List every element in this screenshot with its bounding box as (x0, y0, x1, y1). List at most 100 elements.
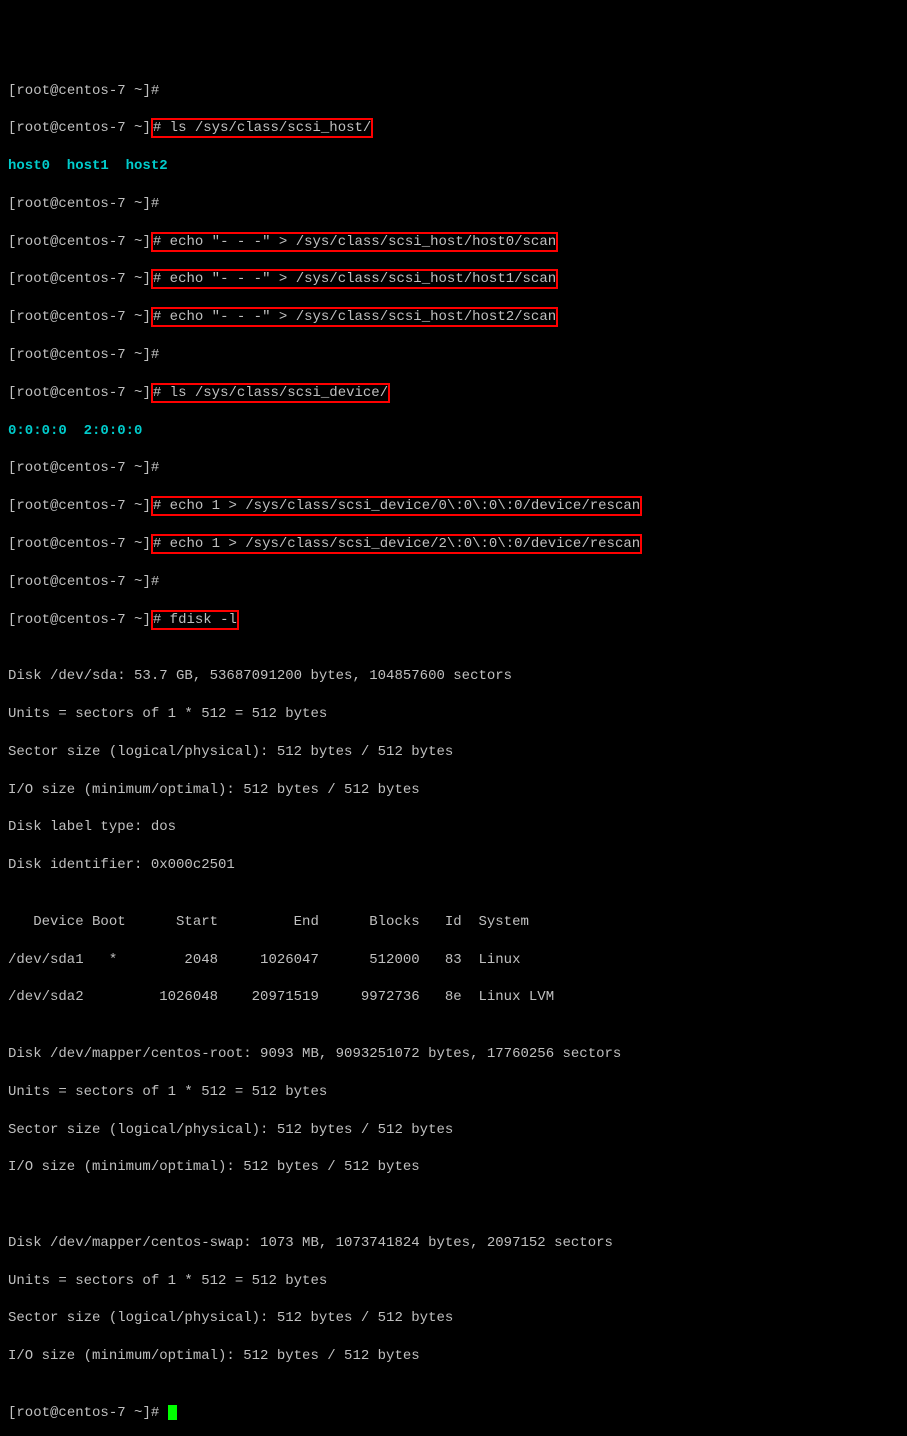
prompt-user: root (16, 120, 50, 136)
prompt-close: ] (142, 574, 150, 590)
prompt-user: root (16, 536, 50, 552)
prompt-host: centos-7 (58, 536, 125, 552)
prompt-path: ~ (126, 498, 143, 514)
prompt-user: root (16, 498, 50, 514)
prompt-hash: # (153, 271, 161, 287)
prompt-hash: # (153, 309, 161, 325)
prompt-user: root (16, 574, 50, 590)
prompt-host: centos-7 (58, 385, 125, 401)
prompt-close: ] (142, 536, 150, 552)
prompt-path: ~ (126, 1405, 143, 1421)
partition-row: /dev/sda1 * 2048 1026047 512000 83 Linux (8, 951, 899, 970)
prompt-host: centos-7 (58, 498, 125, 514)
prompt-user: root (16, 309, 50, 325)
prompt-hash: # (151, 574, 159, 590)
output-line: Units = sectors of 1 * 512 = 512 bytes (8, 705, 899, 724)
prompt-hash: # (153, 498, 161, 514)
prompt-hash: # (153, 385, 161, 401)
prompt-close: ] (142, 612, 150, 628)
prompt-user: root (16, 1405, 50, 1421)
prompt-hash: # (153, 234, 161, 250)
prompt-user: root (16, 385, 50, 401)
prompt-open: [ (8, 1405, 16, 1421)
prompt-user: root (16, 460, 50, 476)
prompt-close: ] (142, 498, 150, 514)
output-line: I/O size (minimum/optimal): 512 bytes / … (8, 1158, 899, 1177)
prompt-host: centos-7 (58, 460, 125, 476)
output-line: Sector size (logical/physical): 512 byte… (8, 1121, 899, 1140)
highlight-box: # ls /sys/class/scsi_device/ (151, 383, 390, 403)
prompt-close: ] (142, 460, 150, 476)
terminal-line: [root@centos-7 ~]# (8, 459, 899, 478)
highlight-box: # echo 1 > /sys/class/scsi_device/2\:0\:… (151, 534, 642, 554)
prompt-user: root (16, 83, 50, 99)
output-line: Disk /dev/mapper/centos-root: 9093 MB, 9… (8, 1045, 899, 1064)
prompt-path: ~ (126, 460, 143, 476)
prompt-close: ] (142, 1405, 150, 1421)
highlight-box: # echo "- - -" > /sys/class/scsi_host/ho… (151, 307, 558, 327)
prompt-close: ] (142, 385, 150, 401)
command-text: echo 1 > /sys/class/scsi_device/0\:0\:0\… (161, 498, 640, 514)
terminal-line: [root@centos-7 ~]# echo "- - -" > /sys/c… (8, 308, 899, 327)
prompt-close: ] (142, 309, 150, 325)
output-line: Disk identifier: 0x000c2501 (8, 856, 899, 875)
prompt-path: ~ (126, 234, 143, 250)
output-line: I/O size (minimum/optimal): 512 bytes / … (8, 781, 899, 800)
prompt-hash: # (151, 347, 159, 363)
partition-row: /dev/sda2 1026048 20971519 9972736 8e Li… (8, 988, 899, 1007)
command-text: echo 1 > /sys/class/scsi_device/2\:0\:0\… (161, 536, 640, 552)
highlight-box: # fdisk -l (151, 610, 239, 630)
prompt-path: ~ (126, 271, 143, 287)
terminal-line: [root@centos-7 ~]# echo "- - -" > /sys/c… (8, 233, 899, 252)
command-text: echo "- - -" > /sys/class/scsi_host/host… (161, 234, 556, 250)
prompt-host: centos-7 (58, 574, 125, 590)
prompt-user: root (16, 271, 50, 287)
prompt-hash: # (153, 612, 161, 628)
prompt-host: centos-7 (58, 83, 125, 99)
terminal-line: [root@centos-7 ~]# echo 1 > /sys/class/s… (8, 535, 899, 554)
terminal-line: [root@centos-7 ~]# (8, 573, 899, 592)
scsi-host-list: host0 host1 host2 (8, 157, 899, 176)
output-line: Sector size (logical/physical): 512 byte… (8, 1309, 899, 1328)
prompt-hash: # (151, 460, 159, 476)
output-line: Sector size (logical/physical): 512 byte… (8, 743, 899, 762)
command-text: ls /sys/class/scsi_device/ (161, 385, 388, 401)
highlight-box: # echo "- - -" > /sys/class/scsi_host/ho… (151, 269, 558, 289)
prompt-user: root (16, 196, 50, 212)
output-line: Units = sectors of 1 * 512 = 512 bytes (8, 1272, 899, 1291)
prompt-path: ~ (126, 612, 143, 628)
terminal-line: [root@centos-7 ~]# fdisk -l (8, 611, 899, 630)
output-line: Disk /dev/sda: 53.7 GB, 53687091200 byte… (8, 667, 899, 686)
prompt-host: centos-7 (58, 234, 125, 250)
output-line: I/O size (minimum/optimal): 512 bytes / … (8, 1347, 899, 1366)
output-line: Disk /dev/mapper/centos-swap: 1073 MB, 1… (8, 1234, 899, 1253)
prompt-host: centos-7 (58, 612, 125, 628)
terminal-line: [root@centos-7 ~]# ls /sys/class/scsi_ho… (8, 119, 899, 138)
prompt-close: ] (142, 234, 150, 250)
prompt-close: ] (142, 271, 150, 287)
terminal-line: [root@centos-7 ~]# (8, 346, 899, 365)
prompt-host: centos-7 (58, 347, 125, 363)
highlight-box: # echo "- - -" > /sys/class/scsi_host/ho… (151, 232, 558, 252)
prompt-at: @ (50, 1405, 58, 1421)
prompt-hash: # (151, 196, 159, 212)
prompt-path: ~ (126, 83, 143, 99)
prompt-path: ~ (126, 536, 143, 552)
prompt-host: centos-7 (58, 120, 125, 136)
output-line: Disk label type: dos (8, 818, 899, 837)
command-text: ls /sys/class/scsi_host/ (161, 120, 371, 136)
terminal-line[interactable]: [root@centos-7 ~]# (8, 1404, 899, 1423)
terminal-line: [root@centos-7 ~]# (8, 195, 899, 214)
highlight-box: # echo 1 > /sys/class/scsi_device/0\:0\:… (151, 496, 642, 516)
prompt-path: ~ (126, 574, 143, 590)
command-text: echo "- - -" > /sys/class/scsi_host/host… (161, 309, 556, 325)
prompt-close: ] (142, 83, 150, 99)
prompt-close: ] (142, 347, 150, 363)
prompt-host: centos-7 (58, 1405, 125, 1421)
prompt-host: centos-7 (58, 309, 125, 325)
prompt-path: ~ (126, 347, 143, 363)
partition-header: Device Boot Start End Blocks Id System (8, 913, 899, 932)
prompt-hash: # (153, 120, 161, 136)
cursor-icon (168, 1405, 177, 1420)
prompt-path: ~ (126, 120, 143, 136)
